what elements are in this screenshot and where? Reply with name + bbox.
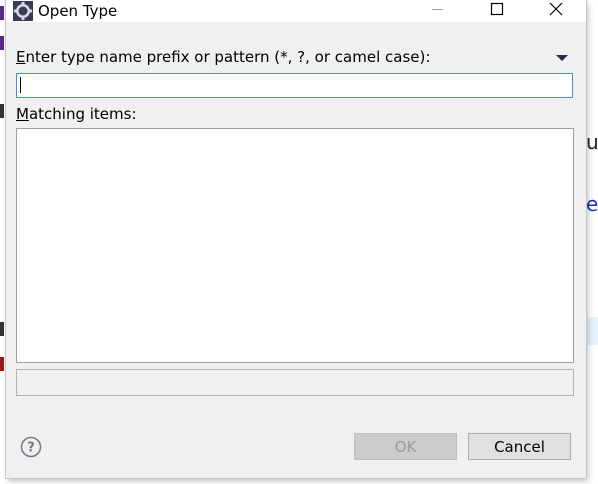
pattern-label: Enter type name prefix or pattern (*, ?,… [16, 48, 430, 66]
background-editor-mark [0, 6, 4, 20]
matching-items-list[interactable] [16, 128, 574, 363]
svg-text:?: ? [27, 441, 35, 456]
maximize-button[interactable] [476, 0, 522, 22]
minimize-button[interactable] [414, 0, 460, 22]
background-editor-mark [0, 36, 4, 50]
status-field [16, 369, 574, 396]
eclipse-gear-icon [13, 1, 33, 21]
open-type-dialog: Open Type Enter type name prefix or patt… [6, 0, 586, 478]
background-editor-text: e [586, 192, 598, 216]
triangle-down-icon[interactable] [555, 53, 569, 63]
matching-label-text: atching items: [28, 105, 137, 123]
dialog-title: Open Type [38, 2, 118, 20]
title-bar[interactable]: Open Type [6, 0, 586, 22]
text-caret [20, 77, 21, 93]
close-icon [549, 2, 563, 16]
help-icon[interactable]: ? [20, 436, 42, 458]
matching-label-mnemonic: M [16, 105, 29, 123]
close-button[interactable] [534, 0, 580, 22]
matching-items-label: Matching items: [16, 105, 137, 123]
background-editor-mark [0, 357, 4, 371]
maximize-icon [490, 2, 504, 16]
background-editor-mark [0, 104, 4, 118]
ok-button[interactable]: OK [354, 433, 457, 460]
type-pattern-input[interactable] [16, 73, 573, 98]
background-line-highlight [586, 317, 598, 345]
background-editor-text: u [586, 130, 598, 154]
cancel-button[interactable]: Cancel [468, 433, 571, 460]
pattern-label-text: nter type name prefix or pattern (*, ?, … [25, 48, 431, 66]
background-editor-mark [0, 322, 4, 336]
minimize-icon [432, 9, 443, 10]
